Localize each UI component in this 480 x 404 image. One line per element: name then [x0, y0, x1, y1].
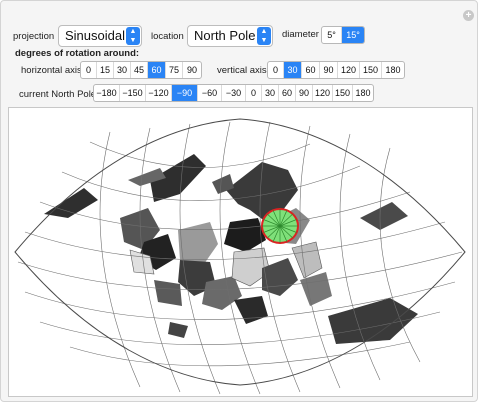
- northpole-option[interactable]: 120: [313, 85, 333, 101]
- northpole-option[interactable]: −60: [198, 85, 222, 101]
- location-select[interactable]: North Pole ▲ ▼: [187, 25, 273, 47]
- horizontal-axis-selector[interactable]: 0 15 30 45 60 75 90: [80, 61, 202, 79]
- control-panel: + projection Sinusoidal ▲ ▼ location Nort…: [0, 0, 478, 402]
- northpole-option[interactable]: 90: [296, 85, 313, 101]
- location-value: North Pole: [194, 28, 256, 43]
- horizontal-option[interactable]: 90: [183, 62, 201, 78]
- diameter-label: diameter: [282, 29, 319, 40]
- horizontal-axis-label: horizontal axis: [21, 65, 82, 76]
- northpole-option[interactable]: 30: [262, 85, 279, 101]
- horizontal-option[interactable]: 75: [166, 62, 183, 78]
- plus-icon[interactable]: +: [463, 10, 474, 21]
- rotation-heading: degrees of rotation around:: [15, 48, 140, 59]
- projection-value: Sinusoidal: [65, 28, 125, 43]
- northpole-option[interactable]: 150: [333, 85, 353, 101]
- vertical-option[interactable]: 90: [320, 62, 338, 78]
- projection-select[interactable]: Sinusoidal ▲ ▼: [58, 25, 142, 47]
- northpole-option[interactable]: −120: [146, 85, 172, 101]
- northpole-option[interactable]: −30: [222, 85, 246, 101]
- northpole-option[interactable]: 60: [279, 85, 296, 101]
- northpole-option[interactable]: 180: [353, 85, 373, 101]
- northpole-option[interactable]: −150: [120, 85, 146, 101]
- northpole-option[interactable]: −90: [172, 85, 198, 101]
- vertical-axis-label: vertical axis: [217, 65, 267, 76]
- horizontal-option[interactable]: 0: [81, 62, 97, 78]
- projection-label: projection: [13, 31, 55, 42]
- vertical-option[interactable]: 0: [268, 62, 284, 78]
- vertical-option[interactable]: 180: [382, 62, 404, 78]
- horizontal-option[interactable]: 30: [114, 62, 131, 78]
- diameter-option[interactable]: 5°: [322, 27, 342, 43]
- rotation-circle: [261, 208, 299, 244]
- horizontal-option[interactable]: 60: [148, 62, 166, 78]
- vertical-option[interactable]: 150: [360, 62, 382, 78]
- diameter-selector[interactable]: 5° 15°: [321, 26, 365, 44]
- map-view[interactable]: [8, 107, 473, 397]
- landmasses: [44, 154, 418, 344]
- northpole-option[interactable]: 0: [246, 85, 262, 101]
- diameter-option[interactable]: 15°: [342, 27, 364, 43]
- chevron-updown-icon: ▲ ▼: [257, 27, 271, 45]
- north-pole-selector[interactable]: −180 −150 −120 −90 −60 −30 0 30 60 90 120 150 180: [93, 84, 374, 102]
- vertical-option[interactable]: 60: [302, 62, 320, 78]
- vertical-option[interactable]: 120: [338, 62, 360, 78]
- north-pole-label: current North Pole: [19, 89, 97, 100]
- chevron-updown-icon: ▲ ▼: [126, 27, 140, 45]
- northpole-option[interactable]: −180: [94, 85, 120, 101]
- location-label: location: [151, 31, 184, 42]
- vertical-axis-selector[interactable]: 0 30 60 90 120 150 180: [267, 61, 405, 79]
- horizontal-option[interactable]: 45: [131, 62, 148, 78]
- vertical-option[interactable]: 30: [284, 62, 302, 78]
- horizontal-option[interactable]: 15: [97, 62, 114, 78]
- sinusoidal-map: [14, 118, 466, 395]
